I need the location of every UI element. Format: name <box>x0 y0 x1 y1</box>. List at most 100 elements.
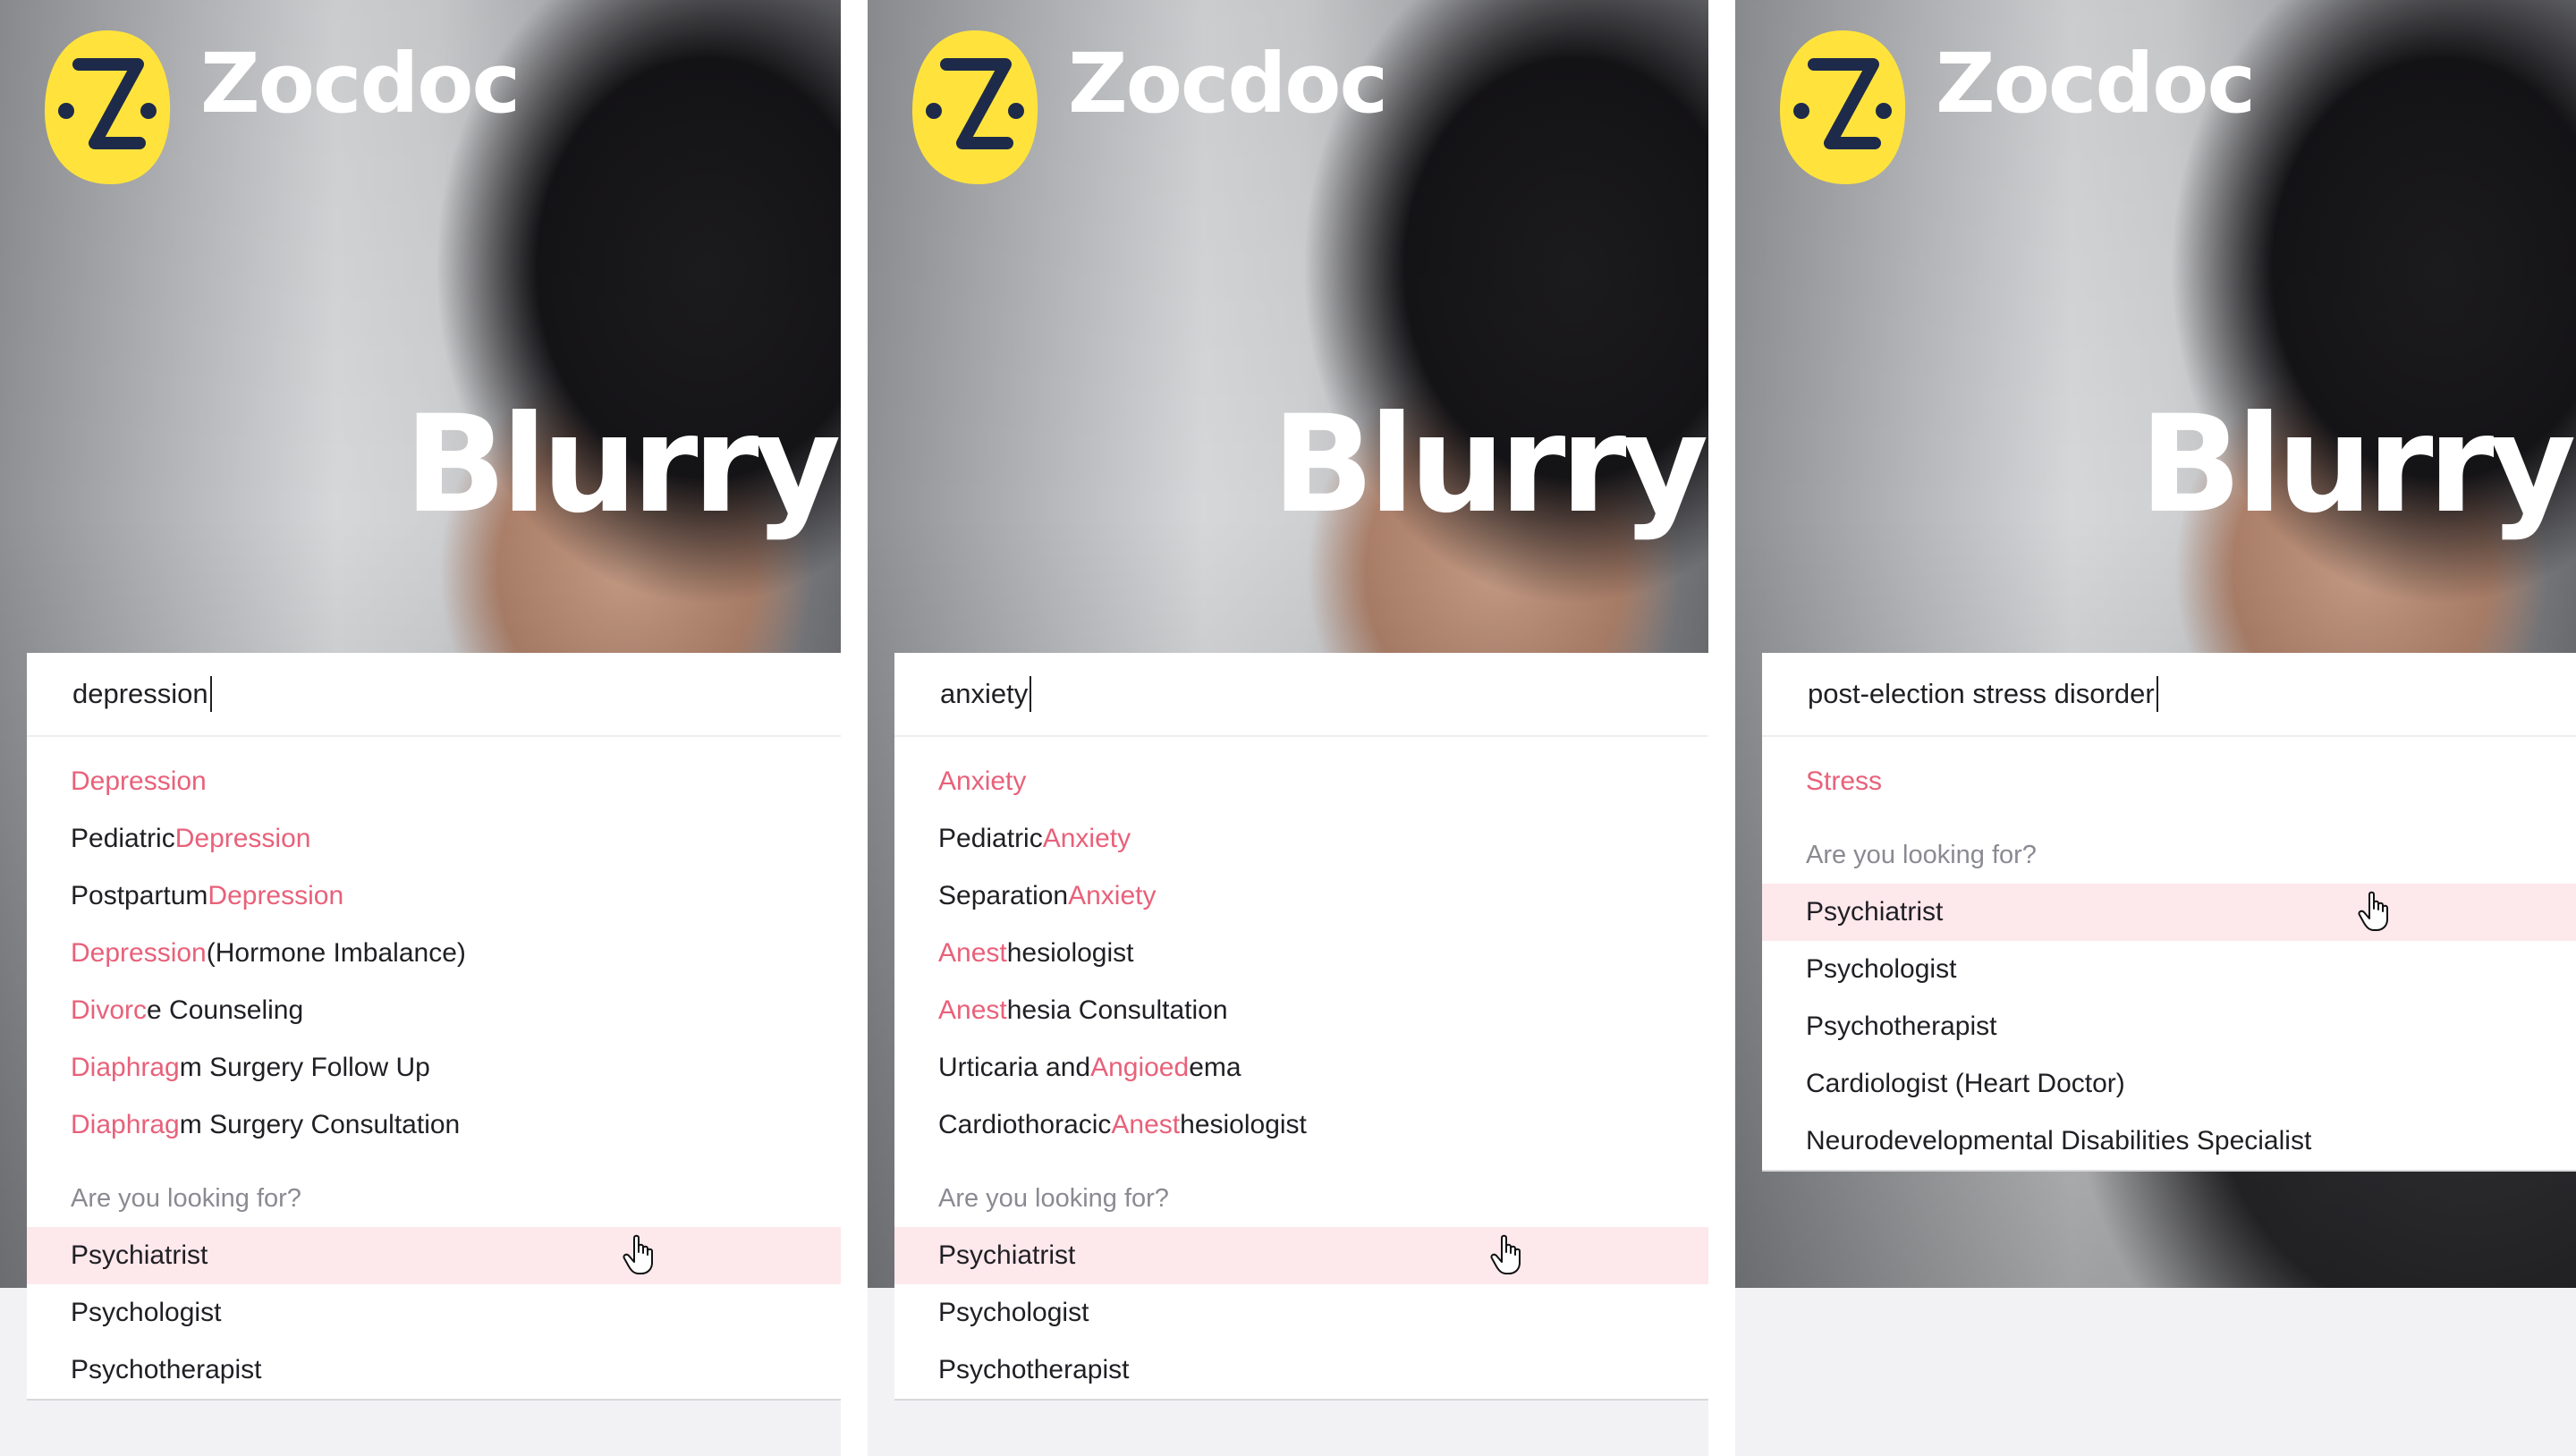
search-panel-stress: Zocdoc Blurry? post-election stress diso… <box>1735 0 2576 1456</box>
zocdoc-logo-icon[interactable] <box>39 25 175 190</box>
search-query: anxiety <box>940 678 1029 709</box>
search-query: depression <box>72 678 208 709</box>
result-item[interactable]: Anxiety <box>894 753 1708 810</box>
search-dropdown: anxiety Anxiety Pediatric Anxiety Separati… <box>894 653 1708 1399</box>
suggestion-item[interactable]: Psychologist <box>27 1284 841 1342</box>
text-caret <box>209 676 212 712</box>
result-item[interactable]: Anest hesia Consultation <box>894 982 1708 1039</box>
suggestion-item[interactable]: Neurodevelopmental Disabilities Speciali… <box>1762 1113 2576 1170</box>
result-text: m Surgery Consultation <box>179 1110 461 1139</box>
hero-headline: Blurry? <box>1272 387 1708 543</box>
match-text: Anxiety <box>938 766 1027 796</box>
suggestion-item[interactable]: Psychotherapist <box>27 1342 841 1399</box>
search-dropdown: post-election stress disorder Stress Are … <box>1762 653 2576 1170</box>
result-item[interactable]: Diaphrag m Surgery Consultation <box>27 1096 841 1154</box>
screenshot-stage: Zocdoc Blurry? depression DepressionPedi… <box>0 0 2576 1456</box>
zocdoc-logo-icon[interactable] <box>1775 25 1911 190</box>
hero-headline: Blurry? <box>2140 387 2576 543</box>
result-text: hesiologist <box>1006 938 1134 968</box>
results-list: Stress Are you looking for? Psychiatrist Ps… <box>1762 737 2576 1170</box>
result-text: Pediatric <box>71 824 175 853</box>
match-text: Divorc <box>71 995 148 1025</box>
match-text: Angioed <box>1090 1053 1190 1082</box>
search-panel-depression: Zocdoc Blurry? depression DepressionPedi… <box>0 0 841 1456</box>
result-text: m Surgery Follow Up <box>179 1053 430 1082</box>
hand-pointer-cursor-icon <box>2358 891 2394 932</box>
result-item[interactable]: Pediatric Anxiety <box>894 810 1708 868</box>
result-text: Separation <box>938 881 1069 910</box>
text-caret <box>1030 676 1032 712</box>
suggestion-item[interactable]: Cardiologist (Heart Doctor) <box>1762 1055 2576 1113</box>
result-item[interactable]: Anest hesiologist <box>894 925 1708 982</box>
hand-pointer-cursor-icon <box>1490 1234 1526 1275</box>
suggestion-item[interactable]: Psychiatrist <box>27 1227 841 1284</box>
results-list: Depression Pediatric Depression Postpartum… <box>27 737 841 1399</box>
hand-pointer-cursor-icon <box>623 1234 658 1275</box>
result-text: e Counseling <box>147 995 304 1025</box>
result-text: hesia Consultation <box>1006 995 1228 1025</box>
suggestion-item[interactable]: Psychotherapist <box>894 1342 1708 1399</box>
suggestion-label: Psychiatrist <box>1806 897 1944 927</box>
result-text: Cardiothoracic <box>938 1110 1112 1139</box>
suggestion-item[interactable]: Psychotherapist <box>1762 998 2576 1055</box>
results-list: Anxiety Pediatric Anxiety Separation Anxie… <box>894 737 1708 1399</box>
text-caret <box>2156 676 2158 712</box>
search-input[interactable]: depression <box>27 653 841 737</box>
result-item[interactable]: Stress <box>1762 753 2576 810</box>
result-item[interactable]: Depression <box>27 753 841 810</box>
hero-headline: Blurry? <box>404 387 841 543</box>
match-text: Anest <box>938 995 1007 1025</box>
result-item[interactable]: Depression (Hormone Imbalance) <box>27 925 841 982</box>
result-item[interactable]: Urticaria and Angioed ema <box>894 1039 1708 1096</box>
search-dropdown: depression Depression Pediatric Depressio… <box>27 653 841 1399</box>
result-text: Pediatric <box>938 824 1043 853</box>
brand-wordmark: Zocdoc <box>200 36 521 131</box>
suggestion-label: Neurodevelopmental Disabilities Speciali… <box>1806 1126 2312 1155</box>
suggestion-label: Psychotherapist <box>1806 1012 1997 1041</box>
suggestion-item[interactable]: Psychologist <box>894 1284 1708 1342</box>
result-item[interactable]: Divorc e Counseling <box>27 982 841 1039</box>
brand-wordmark: Zocdoc <box>1068 36 1388 131</box>
match-text: Stress <box>1806 766 1883 796</box>
search-query: post-election stress disorder <box>1808 678 2155 709</box>
match-text: Depression <box>208 881 344 910</box>
match-text: Anest <box>1111 1110 1181 1139</box>
result-text: Urticaria and <box>938 1053 1091 1082</box>
match-text: Depression <box>71 766 207 796</box>
match-text: Anxiety <box>1042 824 1131 853</box>
result-text: hesiologist <box>1180 1110 1307 1139</box>
match-text: Diaphrag <box>71 1110 180 1139</box>
result-item[interactable]: Diaphrag m Surgery Follow Up <box>27 1039 841 1096</box>
result-text: ema <box>1189 1053 1241 1082</box>
result-text: (Hormone Imbalance) <box>206 938 466 968</box>
suggestion-label: Psychiatrist <box>938 1240 1076 1270</box>
suggestions-heading: Are you looking for? <box>938 1183 1169 1213</box>
suggestion-label: Psychotherapist <box>938 1355 1130 1384</box>
suggestion-item[interactable]: Psychiatrist <box>1762 884 2576 941</box>
suggestion-label: Psychotherapist <box>71 1355 262 1384</box>
brand-wordmark: Zocdoc <box>1936 36 2256 131</box>
suggestions-heading: Are you looking for? <box>1806 840 2037 869</box>
suggestion-label: Psychiatrist <box>71 1240 208 1270</box>
suggestion-label: Psychologist <box>938 1298 1089 1327</box>
suggestions-heading: Are you looking for? <box>71 1183 301 1213</box>
suggestion-label: Psychologist <box>1806 954 1957 984</box>
result-text: Postpartum <box>71 881 208 910</box>
match-text: Depression <box>71 938 207 968</box>
search-input[interactable]: anxiety <box>894 653 1708 737</box>
zocdoc-logo-icon[interactable] <box>907 25 1043 190</box>
search-panel-anxiety: Zocdoc Blurry? anxiety AnxietyPediatric … <box>868 0 1708 1456</box>
suggestion-item[interactable]: Psychiatrist <box>894 1227 1708 1284</box>
result-item[interactable]: Cardiothoracic Anest hesiologist <box>894 1096 1708 1154</box>
match-text: Anest <box>938 938 1007 968</box>
match-text: Depression <box>174 824 311 853</box>
suggestion-label: Cardiologist (Heart Doctor) <box>1806 1069 2125 1098</box>
result-item[interactable]: Separation Anxiety <box>894 868 1708 925</box>
search-input[interactable]: post-election stress disorder <box>1762 653 2576 737</box>
result-item[interactable]: Pediatric Depression <box>27 810 841 868</box>
result-item[interactable]: Postpartum Depression <box>27 868 841 925</box>
match-text: Diaphrag <box>71 1053 180 1082</box>
match-text: Anxiety <box>1068 881 1157 910</box>
suggestion-label: Psychologist <box>71 1298 222 1327</box>
suggestion-item[interactable]: Psychologist <box>1762 941 2576 998</box>
